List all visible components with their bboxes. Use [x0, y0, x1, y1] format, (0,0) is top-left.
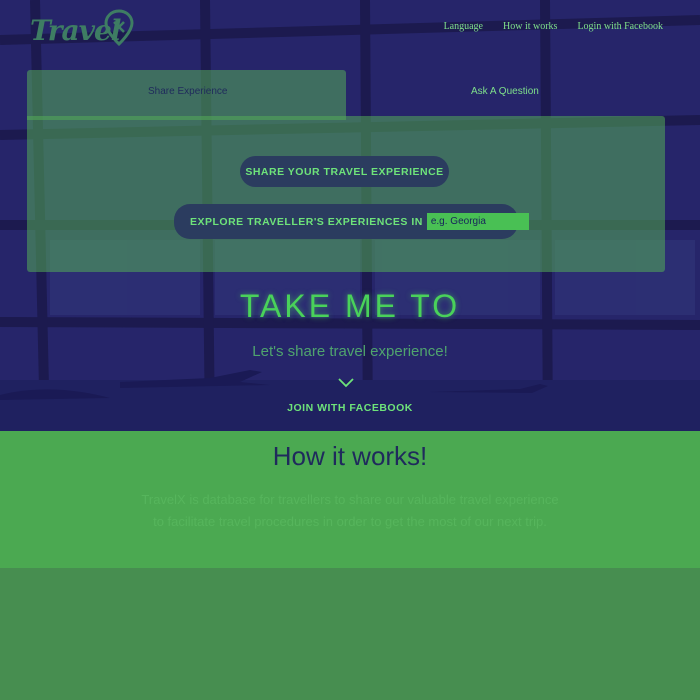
hero-subtitle: Let's share travel experience!: [252, 343, 448, 360]
how-it-works-title: How it works!: [272, 441, 428, 471]
join-facebook-link[interactable]: JOIN WITH FACEBOOK: [0, 402, 700, 414]
share-experience-label: SHARE YOUR TRAVEL EXPERIENCE: [245, 165, 444, 178]
share-experience-button[interactable]: SHARE YOUR TRAVEL EXPERIENCE: [240, 156, 449, 187]
how-it-works-section: How it works! TravelX is database for tr…: [0, 431, 700, 568]
explore-experiences-bar: EXPLORE TRAVELLER'S EXPERIENCES IN: [174, 204, 529, 239]
nav-language[interactable]: Language: [444, 21, 483, 32]
hero-section: Travel Language How it works Login with …: [0, 0, 700, 431]
tab-ask-question[interactable]: Ask A Question: [471, 86, 539, 97]
top-nav: Language How it works Login with Faceboo…: [444, 21, 663, 32]
tab-share-label[interactable]: Share Experience: [148, 86, 228, 97]
explore-label: EXPLORE TRAVELLER'S EXPERIENCES IN: [190, 215, 423, 228]
chevron-down-icon[interactable]: [337, 377, 355, 389]
nav-login-facebook[interactable]: Login with Facebook: [577, 21, 663, 32]
experience-panel: [27, 116, 665, 272]
hero-title: TAKE ME TO: [239, 288, 461, 324]
how-it-works-description: TravelX is database for travellers to sh…: [141, 492, 559, 529]
destination-input[interactable]: [426, 213, 529, 230]
footer-band: [0, 568, 700, 700]
location-pin-icon: [104, 9, 134, 47]
nav-how-it-works[interactable]: How it works: [503, 21, 557, 32]
travelx-logo[interactable]: Travel: [30, 8, 140, 52]
